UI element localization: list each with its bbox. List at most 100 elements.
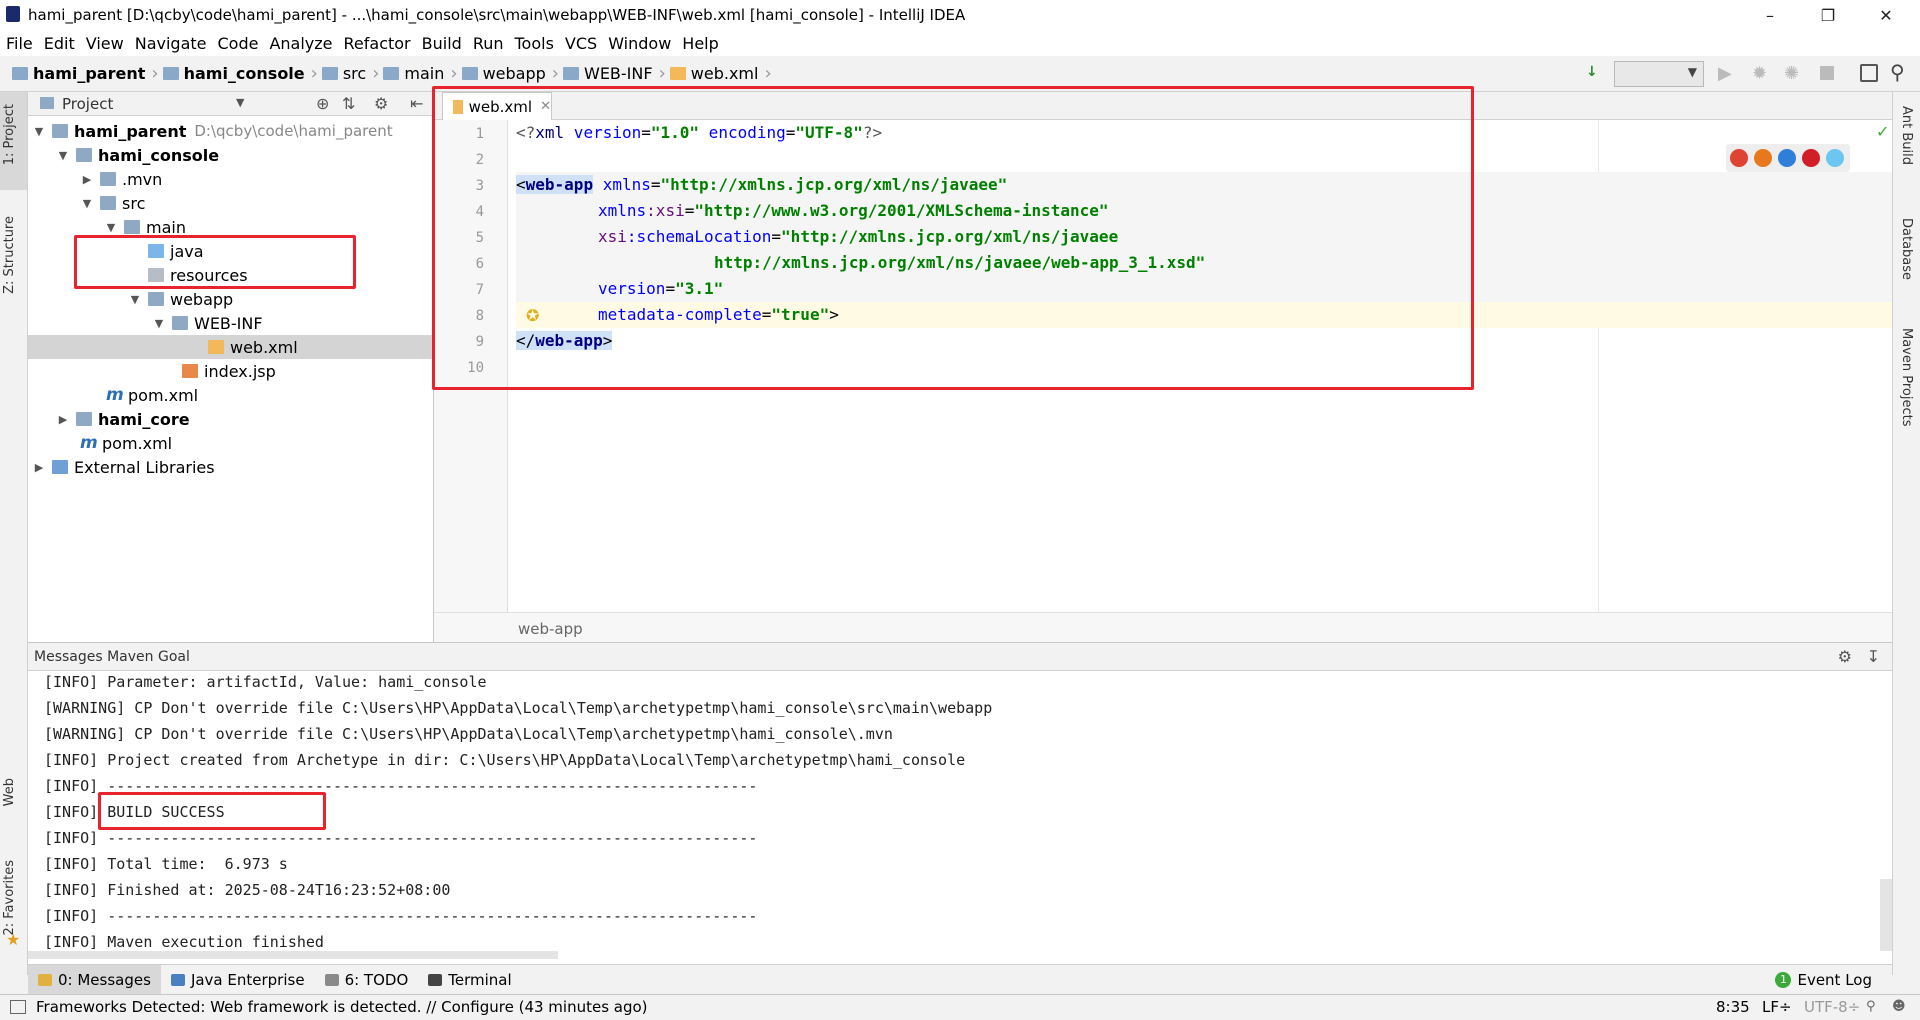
tree-item-console-pom[interactable]: m pom.xml [28,383,433,407]
tree-item-web-inf[interactable]: ▼ WEB-INF [28,311,433,335]
maven-icon: m [80,433,98,453]
log-line: [WARNING] CP Don't override file C:\User… [44,699,993,717]
tree-item-hami-console[interactable]: ▼ hami_console [28,143,433,167]
tab-messages[interactable]: 0: Messages [28,965,161,994]
menu-file[interactable]: File [6,34,33,53]
firefox-icon[interactable] [1754,149,1772,167]
tree-item-hami-core[interactable]: ▶ hami_core [28,407,433,431]
tree-item-parent-pom[interactable]: m pom.xml [28,431,433,455]
gear-icon[interactable]: ⚙ [1838,647,1852,666]
breadcrumb-src[interactable]: src › [321,63,379,84]
tree-item-index-jsp[interactable]: index.jsp [28,359,433,383]
status-message[interactable]: Frameworks Detected: Web framework is de… [36,998,648,1016]
chevron-down-icon[interactable]: ▼ [80,197,94,210]
folder-icon [321,67,338,80]
library-icon [52,460,68,474]
highlight-box-editor [432,86,1474,390]
search-icon[interactable]: ⚲ [1890,60,1905,84]
chevron-right-icon[interactable]: ▶ [80,173,94,186]
tree-item-web-xml[interactable]: web.xml [28,335,433,359]
menu-navigate[interactable]: Navigate [135,34,207,53]
folder-icon [124,220,140,234]
horizontal-scrollbar[interactable] [28,951,558,959]
ie-icon[interactable] [1826,149,1844,167]
minimize-button[interactable]: – [1742,0,1798,30]
caret-position[interactable]: 8:35 [1716,998,1750,1016]
menu-build[interactable]: Build [422,34,462,53]
menu-tools[interactable]: Tools [515,34,554,53]
breadcrumb-web-xml[interactable]: web.xml › [669,63,772,84]
editor-breadcrumb[interactable]: web-app [434,612,1892,642]
tab-terminal[interactable]: Terminal [418,965,521,994]
collapse-all-icon[interactable]: ⇅ [342,94,355,113]
tree-item-src[interactable]: ▼ src [28,191,433,215]
tree-item-webapp[interactable]: ▼ webapp [28,287,433,311]
project-structure-icon[interactable] [1860,64,1878,82]
locate-icon[interactable]: ⊕ [316,94,329,113]
menu-code[interactable]: Code [218,34,259,53]
safari-icon[interactable] [1778,149,1796,167]
web-folder-icon [148,292,164,306]
tool-tab-maven-projects[interactable]: Maven Projects [1899,328,1914,427]
vertical-scrollbar[interactable] [1880,879,1892,951]
chevron-down-icon[interactable]: ▼ [56,149,70,162]
folder-icon [383,67,400,80]
stop-icon[interactable] [1820,66,1834,80]
sort-icon[interactable]: ↓ [1586,64,1606,84]
close-button[interactable]: ✕ [1858,0,1914,30]
coverage-icon[interactable]: ✺ [1784,63,1799,84]
menu-view[interactable]: View [86,34,124,53]
hide-icon[interactable]: ⇤ [410,94,423,113]
log-line: [INFO] ---------------------------------… [44,829,758,847]
messages-header: Messages Maven Goal [28,643,1892,671]
menu-help[interactable]: Help [682,34,718,53]
menu-refactor[interactable]: Refactor [344,34,411,53]
maven-icon: m [106,385,124,405]
line-separator[interactable]: LF÷ [1762,998,1792,1016]
tool-tab-web[interactable]: Web [2,778,17,806]
tool-tab-database[interactable]: Database [1899,218,1914,280]
chevron-down-icon[interactable]: ▼ [128,293,142,306]
toggle-tool-windows-icon[interactable] [10,1000,26,1014]
chevron-down-icon[interactable]: ▼ [32,125,46,138]
tool-tab-structure[interactable]: Z: Structure [2,216,17,294]
opera-icon[interactable] [1802,149,1820,167]
lock-icon[interactable]: ⚲ [1866,999,1876,1014]
tool-tab-favorites[interactable]: 2: Favorites [2,860,17,936]
tree-item-hami-parent[interactable]: ▼ hami_parent D:\qcby\code\hami_parent [28,119,433,143]
chevron-right-icon[interactable]: ▶ [32,461,46,474]
tree-item-mvn[interactable]: ▶ .mvn [28,167,433,191]
chevron-down-icon[interactable]: ▼ [152,317,166,330]
file-encoding[interactable]: UTF-8÷ [1804,998,1860,1016]
hide-panel-icon[interactable]: ↧ [1867,647,1880,666]
chevron-down-icon[interactable]: ▼ [236,96,244,109]
breadcrumb-main[interactable]: main › [383,63,458,84]
tab-todo[interactable]: 6: TODO [315,965,419,994]
tool-tab-project[interactable]: 1: Project [2,104,17,165]
inspector-icon[interactable]: ☻ [1892,999,1906,1014]
restore-button[interactable]: ❐ [1800,0,1856,30]
gear-icon[interactable]: ⚙ [374,94,388,113]
chevron-down-icon[interactable]: ▼ [104,221,118,234]
module-folder-icon [76,412,92,426]
run-config-select[interactable]: ▼ [1614,61,1704,87]
menu-run[interactable]: Run [473,34,504,53]
debug-icon[interactable]: ✹ [1752,63,1767,84]
chevron-right-icon[interactable]: ▶ [56,413,70,426]
menu-window[interactable]: Window [608,34,671,53]
menu-analyze[interactable]: Analyze [269,34,332,53]
run-icon[interactable]: ▶ [1718,63,1732,84]
menu-edit[interactable]: Edit [44,34,75,53]
breadcrumb-hami-console[interactable]: hami_console › [162,63,318,84]
tab-event-log[interactable]: 1 Event Log [1765,965,1882,994]
chrome-icon[interactable] [1730,149,1748,167]
breadcrumb-web-inf[interactable]: WEB-INF › [563,63,666,84]
log-line: [INFO] Finished at: 2025-08-24T16:23:52+… [44,881,451,899]
menu-vcs[interactable]: VCS [565,34,597,53]
tool-tab-ant-build[interactable]: Ant Build [1899,106,1914,165]
tree-item-external-libraries[interactable]: ▶ External Libraries [28,455,433,479]
tab-java-enterprise[interactable]: Java Enterprise [161,965,315,994]
module-folder-icon [52,124,68,138]
breadcrumb-webapp[interactable]: webapp › [461,63,559,84]
breadcrumb-hami-parent[interactable]: hami_parent › [12,63,159,84]
